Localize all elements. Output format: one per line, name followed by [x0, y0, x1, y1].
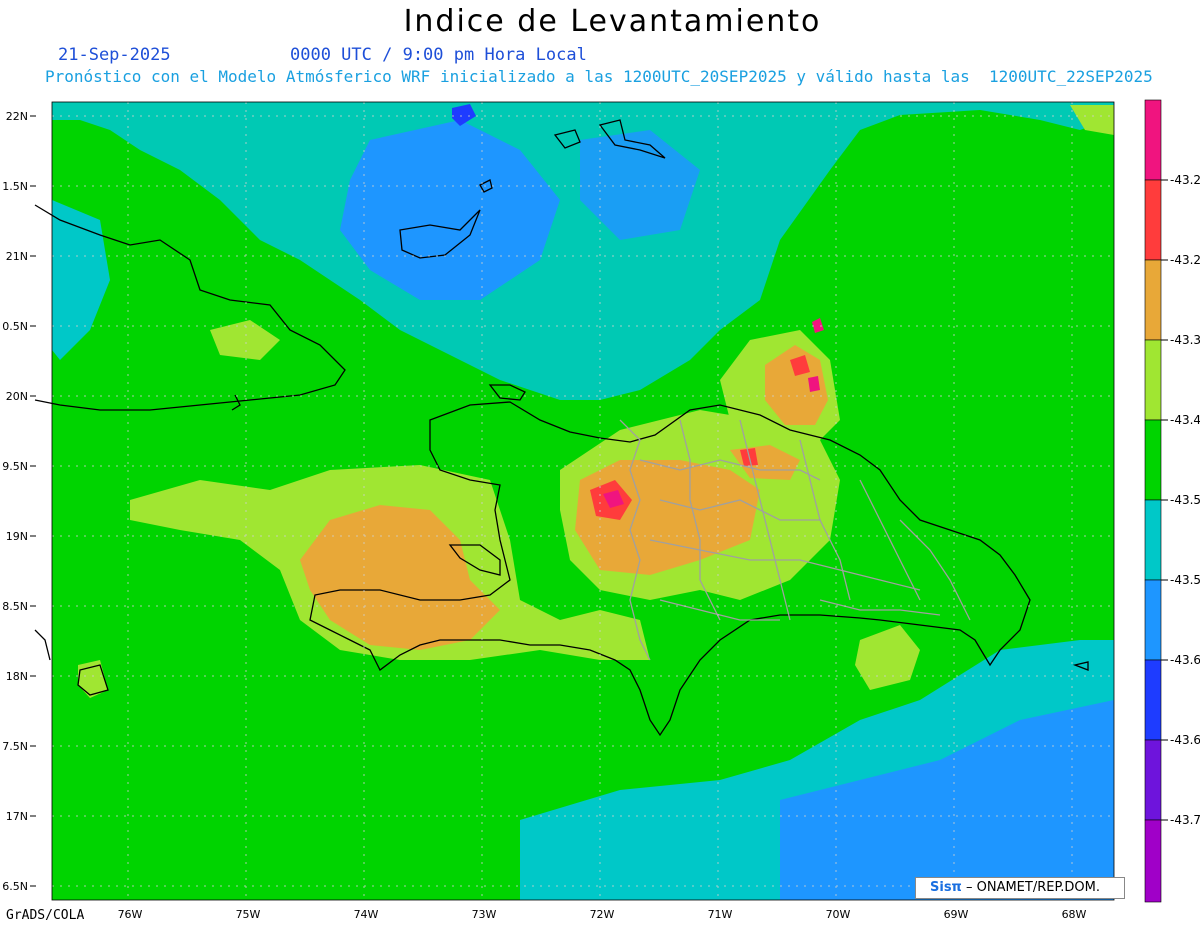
map-panel [34, 102, 1114, 900]
lon-label: 73W [472, 908, 497, 921]
legend-swatch [1144, 419, 1162, 501]
legend-swatch [1144, 659, 1162, 741]
org-label: – ONAMET/REP.DOM. [965, 880, 1101, 895]
lon-label: 72W [590, 908, 615, 921]
legend-swatch [1144, 579, 1162, 661]
lat-label: 0.5N [2, 320, 28, 333]
legend-label: -43.3 [1170, 333, 1200, 347]
lon-label: 68W [1062, 908, 1087, 921]
lat-label: 21N [6, 250, 28, 263]
lat-label: 19N [6, 530, 28, 543]
color-legend: -43.2 -43.2 -43.3 -43.4 -43.5 -43.5 -43.… [1144, 99, 1200, 903]
credit-box: Sisπ – ONAMET/REP.DOM. [915, 877, 1125, 899]
legend-label: -43.6 [1170, 653, 1200, 667]
lat-label: 17N [6, 810, 28, 823]
lon-axis: 76W 75W 74W 73W 72W 71W 70W 69W 68W [118, 908, 1087, 921]
lat-label: 8.5N [2, 600, 28, 613]
lat-axis: 22N 1.5N 21N 0.5N 20N 9.5N 19N 8.5N 18N … [2, 110, 28, 893]
legend-label: -43.5 [1170, 493, 1200, 507]
legend-swatch [1144, 99, 1162, 181]
lat-label: 6.5N [2, 880, 28, 893]
lat-label: 1.5N [2, 180, 28, 193]
legend-label: -43.5 [1170, 573, 1200, 587]
lat-label: 9.5N [2, 460, 28, 473]
region-magenta-2 [808, 376, 820, 392]
lat-label: 18N [6, 670, 28, 683]
legend-swatch [1144, 259, 1162, 341]
legend-swatch [1144, 739, 1162, 821]
lat-label: 22N [6, 110, 28, 123]
lon-label: 75W [236, 908, 261, 921]
sisPi-logo: Sisπ [930, 880, 962, 895]
lat-label: 7.5N [2, 740, 28, 753]
lon-label: 71W [708, 908, 733, 921]
lat-ticks [30, 115, 36, 887]
lon-label: 74W [354, 908, 379, 921]
legend-label: -43.2 [1170, 253, 1200, 267]
legend-label: -43.2 [1170, 173, 1200, 187]
legend-swatch [1144, 179, 1162, 261]
legend-swatch [1144, 339, 1162, 421]
legend-label: -43.4 [1170, 413, 1200, 427]
legend-label: -43.6 [1170, 733, 1200, 747]
lat-label: 20N [6, 390, 28, 403]
lifted-index-map: 22N 1.5N 21N 0.5N 20N 9.5N 19N 8.5N 18N … [2, 99, 1200, 921]
legend-swatch [1144, 499, 1162, 581]
lon-label: 76W [118, 908, 143, 921]
software-label: GrADS/COLA [6, 908, 85, 923]
lon-label: 70W [826, 908, 851, 921]
lon-label: 69W [944, 908, 969, 921]
legend-swatch [1144, 819, 1162, 903]
legend-label: -43.7 [1170, 813, 1200, 827]
